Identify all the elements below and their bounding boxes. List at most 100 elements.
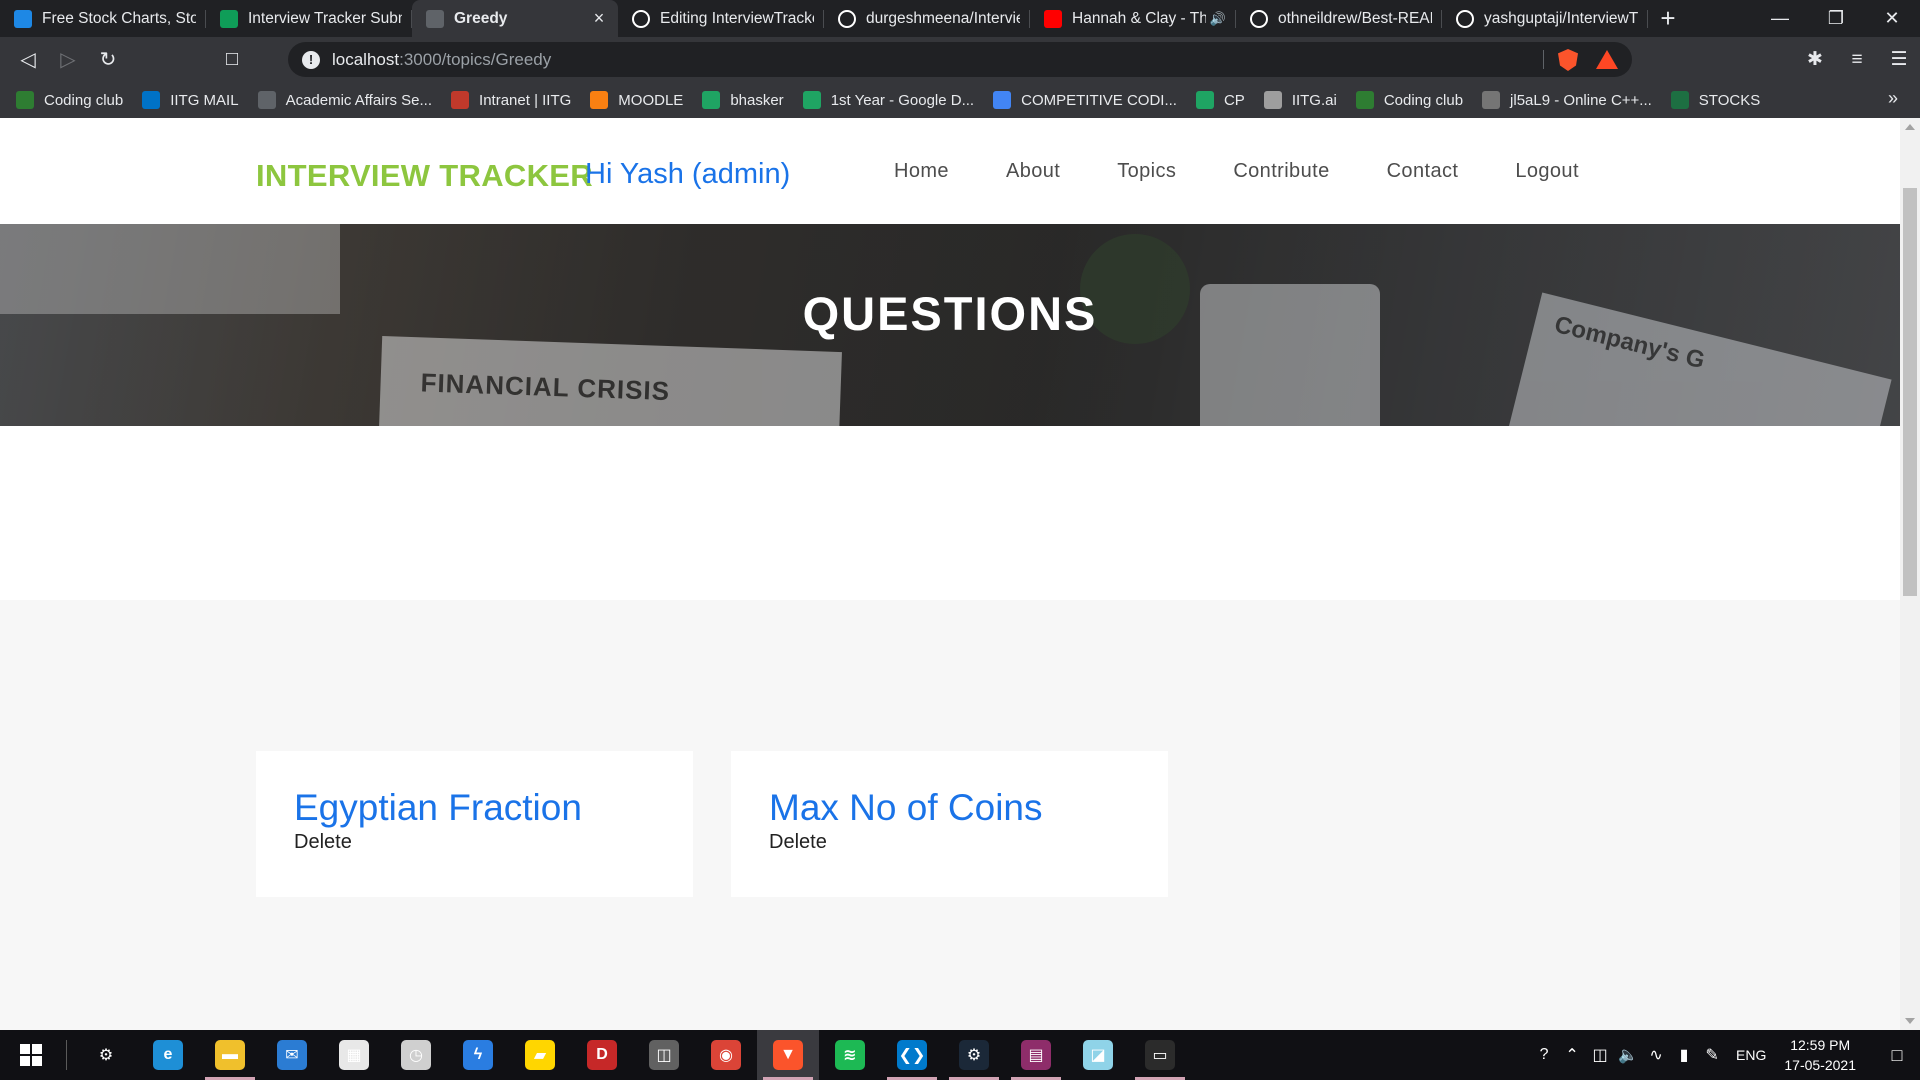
bookmark-item[interactable]: STOCKS	[1670, 91, 1760, 109]
taskbar-app-clock[interactable]: ◷	[385, 1030, 447, 1080]
tab[interactable]: Editing InterviewTracker	[618, 0, 824, 37]
brave-shields-icon[interactable]	[1558, 49, 1578, 71]
spotify-icon: ≋	[835, 1040, 865, 1070]
taskbar-app-settings[interactable]: ⚙	[75, 1030, 137, 1080]
back-icon[interactable]: ◁	[8, 42, 48, 78]
bookmark-item[interactable]: IITG.ai	[1263, 91, 1337, 109]
delete-link[interactable]: Delete	[294, 831, 693, 854]
nav-about[interactable]: About	[1006, 160, 1060, 183]
hero-bg-paper: FINANCIAL CRISIS	[378, 336, 842, 426]
bookmark-item[interactable]: Coding club	[16, 91, 123, 109]
question-card: Egyptian Fraction Delete	[256, 751, 693, 897]
taskbar-app-app-blue[interactable]: ϟ	[447, 1030, 509, 1080]
bookmark-item[interactable]: jl5aL9 - Online C++...	[1482, 91, 1652, 109]
bookmark-label: CP	[1223, 91, 1245, 109]
clock-icon: ◷	[401, 1040, 431, 1070]
taskbar-app-file-explorer[interactable]: ▬	[199, 1030, 261, 1080]
bookmark-item[interactable]: bhasker	[702, 91, 784, 109]
tab-audio-icon[interactable]: 🔊	[1210, 11, 1226, 27]
scroll-down-icon[interactable]	[1905, 1018, 1915, 1024]
coding-club-icon	[1355, 91, 1374, 109]
taskbar-app-steam[interactable]: ⚙	[943, 1030, 1005, 1080]
battery-icon[interactable]: ▮	[1670, 1045, 1698, 1065]
start-button[interactable]	[0, 1030, 62, 1080]
taskbar-app-brave[interactable]: ▼	[757, 1030, 819, 1080]
taskbar-app-app-sky[interactable]: ◪	[1067, 1030, 1129, 1080]
bookmark-item[interactable]: COMPETITIVE CODI...	[993, 91, 1177, 109]
gear-icon: ⚙	[91, 1040, 121, 1070]
taskbar-app-app-gray[interactable]: ◫	[633, 1030, 695, 1080]
tab[interactable]: othneildrew/Best-READ	[1236, 0, 1442, 37]
restore-icon[interactable]: ❐	[1808, 0, 1864, 37]
bookmark-item[interactable]: IITG MAIL	[142, 91, 239, 109]
delete-link[interactable]: Delete	[769, 831, 1168, 854]
notification-icon[interactable]: □	[1874, 1030, 1920, 1080]
scroll-up-icon[interactable]	[1905, 124, 1915, 130]
taskbar-app-spotify[interactable]: ≋	[819, 1030, 881, 1080]
nav-contribute[interactable]: Contribute	[1233, 160, 1329, 183]
site-info-icon[interactable]: !	[302, 50, 320, 69]
device-icon[interactable]: ◫	[1586, 1045, 1614, 1065]
taskbar-app-winrar[interactable]: ▤	[1005, 1030, 1067, 1080]
taskbar-app-chrome[interactable]: ◉	[695, 1030, 757, 1080]
bookmark-item[interactable]: 1st Year - Google D...	[802, 91, 974, 109]
forward-icon[interactable]: ▷	[48, 42, 88, 78]
bookmark-item[interactable]: Academic Affairs Se...	[257, 91, 432, 109]
nav-home[interactable]: Home	[894, 160, 949, 183]
address-bar[interactable]: ! localhost:3000/topics/Greedy	[288, 42, 1632, 77]
bookmark-item[interactable]: Coding club	[1355, 91, 1463, 109]
nav-logout[interactable]: Logout	[1515, 160, 1579, 183]
taskbar-app-sticky-notes[interactable]: ▰	[509, 1030, 571, 1080]
tab-title: durgeshmeena/Intervie	[866, 9, 1020, 27]
taskbar-app-mail[interactable]: ✉	[261, 1030, 323, 1080]
page-scrollbar[interactable]	[1900, 118, 1920, 1030]
playlist-icon[interactable]: ≡	[1836, 49, 1878, 71]
taskbar-app-vscode[interactable]: ❮❯	[881, 1030, 943, 1080]
taskbar-divider	[66, 1040, 67, 1070]
sky-app-icon: ◪	[1083, 1040, 1113, 1070]
taskbar-app-edge[interactable]: e	[137, 1030, 199, 1080]
brave-icon: ▼	[773, 1040, 803, 1070]
red-app-icon: D	[587, 1040, 617, 1070]
close-window-icon[interactable]: ✕	[1864, 0, 1920, 37]
bookmark-item[interactable]: MOODLE	[590, 91, 683, 109]
show-hidden-icons[interactable]: ⌃	[1558, 1045, 1586, 1065]
taskbar-app-terminal[interactable]: ▭	[1129, 1030, 1191, 1080]
nav-contact[interactable]: Contact	[1387, 160, 1459, 183]
tab[interactable]: yashguptaji/InterviewTra	[1442, 0, 1648, 37]
folder-icon: ▬	[215, 1040, 245, 1070]
brave-rewards-icon[interactable]	[1596, 50, 1618, 69]
clock[interactable]: 12:59 PM 17-05-2021	[1784, 1035, 1856, 1075]
volume-icon[interactable]: 🔈	[1614, 1045, 1642, 1065]
taskbar-app-store[interactable]: ▦	[323, 1030, 385, 1080]
menu-icon[interactable]: ☰	[1878, 48, 1920, 71]
pen-icon[interactable]: ✎	[1698, 1045, 1726, 1065]
wifi-icon[interactable]: ∿	[1642, 1045, 1670, 1065]
bookmark-item[interactable]: CP	[1195, 91, 1245, 109]
extensions-icon[interactable]: ✱	[1794, 48, 1836, 71]
tab[interactable]: Hannah & Clay - The 🔊	[1030, 0, 1236, 37]
help-icon[interactable]: ?	[1530, 1046, 1558, 1064]
tab[interactable]: Free Stock Charts, Stock	[0, 0, 206, 37]
question-title-link[interactable]: Egyptian Fraction	[294, 787, 693, 829]
minimize-icon[interactable]: —	[1752, 0, 1808, 37]
bookmark-icon[interactable]: □	[212, 42, 252, 78]
ide-icon	[1482, 91, 1501, 109]
address-bar-divider	[1543, 50, 1544, 69]
scrollbar-thumb[interactable]	[1903, 188, 1917, 596]
nav-topics[interactable]: Topics	[1117, 160, 1176, 183]
new-tab-button[interactable]: +	[1648, 0, 1688, 37]
tab-active[interactable]: Greedy ×	[412, 0, 618, 37]
taskbar-app-app-red[interactable]: D	[571, 1030, 633, 1080]
taskbar-apps: ⚙ e ▬ ✉ ▦ ◷ ϟ ▰ D ◫ ◉ ▼ ≋ ❮❯ ⚙ ▤ ◪ ▭	[75, 1030, 1191, 1080]
close-tab-icon[interactable]: ×	[590, 8, 608, 29]
site-logo[interactable]: INTERVIEW TRACKER	[256, 158, 593, 194]
tab[interactable]: Interview Tracker Submi	[206, 0, 412, 37]
tab[interactable]: durgeshmeena/Intervie	[824, 0, 1030, 37]
bookmark-item[interactable]: Intranet | IITG	[451, 91, 571, 109]
reload-icon[interactable]: ↻	[88, 42, 128, 78]
mail-icon: ✉	[277, 1040, 307, 1070]
more-bookmarks-icon[interactable]: »	[1888, 88, 1898, 109]
language-indicator[interactable]: ENG	[1736, 1047, 1766, 1063]
question-title-link[interactable]: Max No of Coins	[769, 787, 1168, 829]
